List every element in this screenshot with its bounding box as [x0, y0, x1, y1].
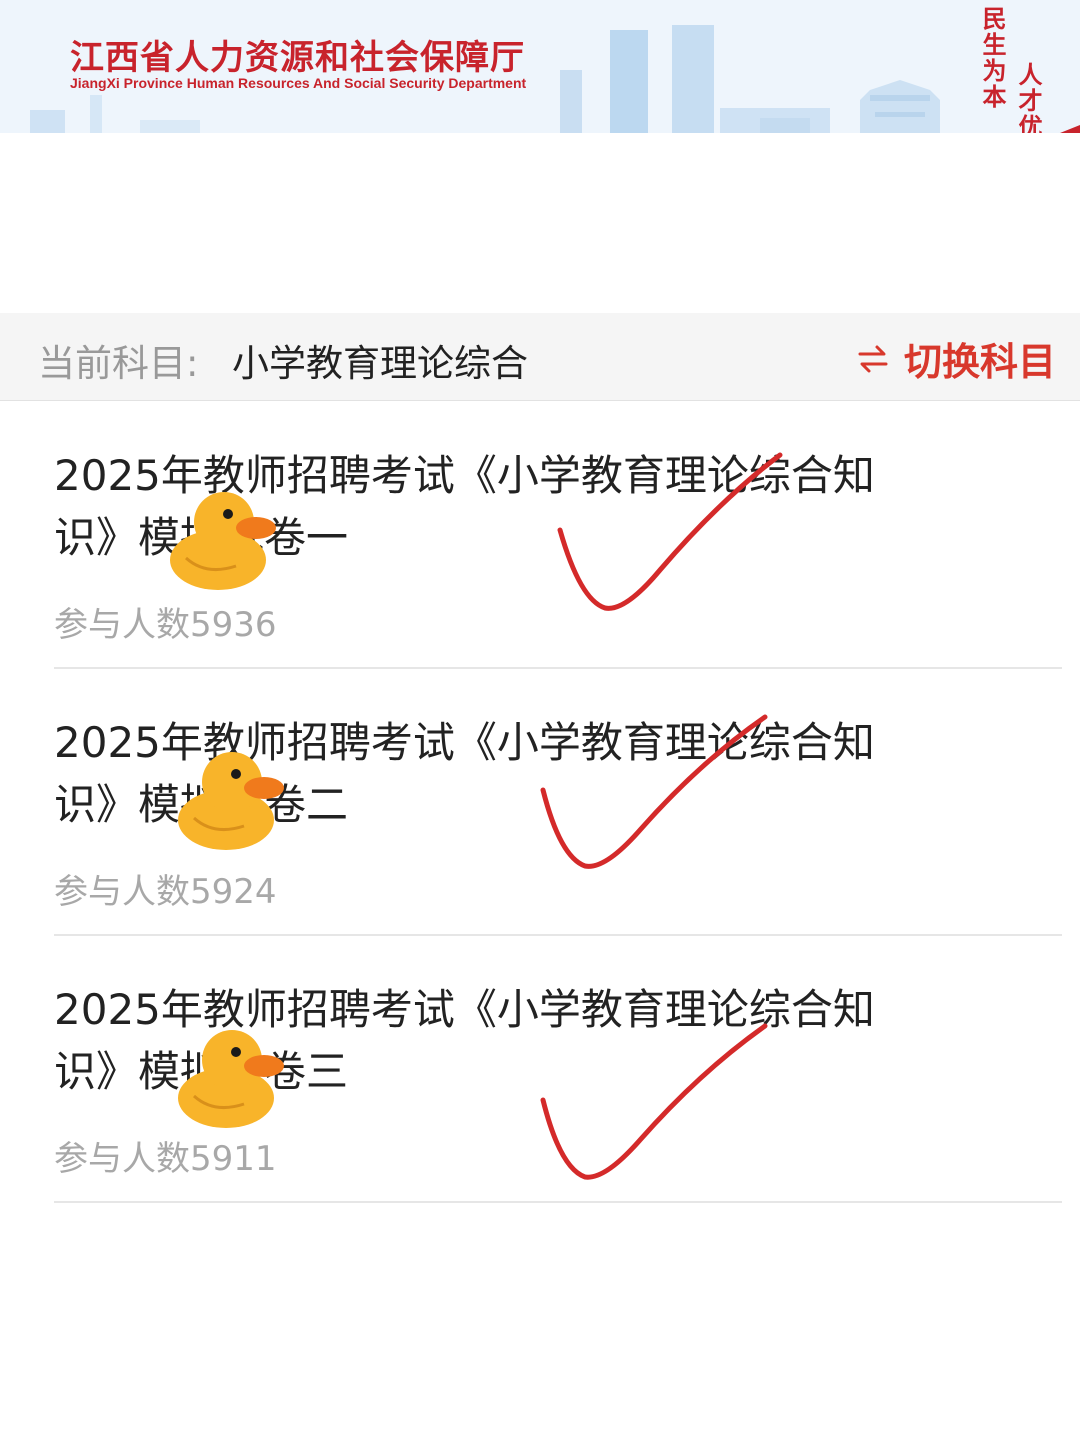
department-subtitle: JiangXi Province Human Resources And Soc…: [70, 75, 527, 91]
header-banner: 江西省人力资源和社会保障厅 JiangXi Province Human Res…: [0, 0, 1080, 133]
swap-arrows-icon: [858, 345, 888, 372]
current-subject-bar: 当前科目: 小学教育理论综合 切换科目: [0, 313, 1080, 401]
rubber-duck-icon: [170, 492, 276, 590]
red-check-icon: [557, 452, 783, 611]
slogan-column-2: 人才优: [1014, 62, 1043, 133]
switch-subject-button[interactable]: 切换科目: [856, 331, 1056, 386]
calligraphy-slogan: 民生为本 人才优: [978, 6, 1043, 133]
red-check-icon: [540, 1023, 768, 1180]
rubber-duck-icon: [178, 752, 284, 850]
department-title: 江西省人力资源和社会保障厅: [70, 38, 525, 78]
current-subject-value: 小学教育理论综合: [232, 342, 528, 385]
participant-count: 参与人数5911: [54, 1139, 277, 1179]
participant-count: 参与人数5936: [54, 605, 277, 645]
participant-count: 参与人数5924: [54, 872, 277, 912]
current-subject-label: 当前科目:: [38, 342, 199, 385]
slogan-column-1: 民生为本: [978, 6, 1007, 110]
switch-subject-label: 切换科目: [903, 340, 1056, 384]
red-check-icon: [540, 714, 768, 869]
rubber-duck-icon: [178, 1030, 284, 1128]
